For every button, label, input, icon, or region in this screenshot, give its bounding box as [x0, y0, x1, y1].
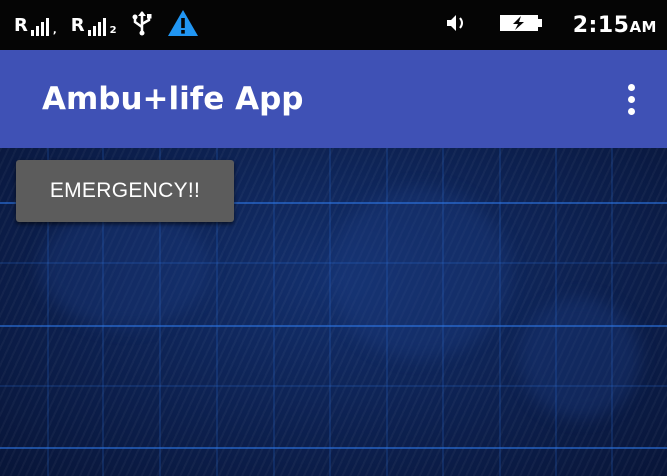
signal-icon [87, 16, 106, 36]
signal-icon [30, 16, 49, 36]
sim2-sub: 2 [109, 24, 117, 36]
emergency-button[interactable]: EMERGENCY!! [16, 160, 234, 222]
status-right: 2:15AM [445, 12, 657, 38]
sim1-label: R [14, 14, 28, 36]
clock-time: 2:15 [572, 12, 630, 38]
warning-icon [167, 9, 199, 41]
clock: 2:15AM [573, 13, 657, 38]
sim2-signal: R 2 [71, 15, 117, 36]
battery-charging-icon [499, 12, 543, 38]
usb-icon [131, 10, 153, 40]
overflow-menu-icon[interactable] [621, 79, 641, 119]
sim2-label: R [70, 14, 85, 36]
sim1-signal: R , [14, 15, 57, 36]
status-bar: R , R 2 2:15AM [0, 0, 667, 50]
app-bar: Ambu+life App [0, 50, 667, 148]
app-title: Ambu+life App [42, 81, 304, 117]
sim1-sub: , [52, 24, 57, 36]
status-left: R , R 2 [14, 9, 199, 41]
main-content: EMERGENCY!! [0, 148, 667, 476]
volume-icon [445, 12, 469, 38]
clock-ampm: AM [629, 17, 657, 36]
